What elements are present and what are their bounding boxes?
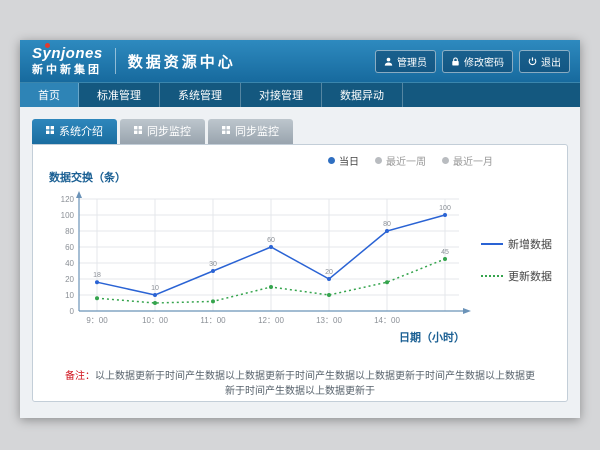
logout-button[interactable]: 退出 [519,50,570,73]
x-axis-title: 日期（小时） [47,329,553,345]
series-line-icon [481,275,503,277]
svg-text:45: 45 [441,249,449,256]
svg-text:100: 100 [61,211,75,220]
svg-text:12：00: 12：00 [258,316,284,325]
svg-text:60: 60 [65,243,74,252]
app-title: 数据资源中心 [128,51,236,72]
nav-item[interactable]: 数据异动 [322,83,403,107]
header-divider [115,48,116,74]
nav-item[interactable]: 标准管理 [79,83,160,107]
company-logo: Synjones 新中新集团 [30,46,103,77]
change-password-button[interactable]: 修改密码 [442,50,513,73]
svg-text:120: 120 [61,195,75,204]
grid-icon [134,125,142,137]
tab-inactive[interactable]: 同步监控 [208,119,293,144]
nav-item[interactable]: 首页 [20,83,79,107]
svg-text:40: 40 [65,259,74,268]
tab-bar: 系统介绍同步监控同步监控 [32,119,568,144]
svg-text:20: 20 [65,275,74,284]
footnote-prefix: 备注： [65,371,95,382]
user-icon [384,57,393,66]
app-header: Synjones 新中新集团 数据资源中心 管理员修改密码退出 [20,40,580,82]
time-filter-option[interactable]: 当日 [328,153,359,167]
svg-text:10: 10 [151,285,159,292]
y-axis-title: 数据交换（条） [49,169,553,185]
admin-user-button[interactable]: 管理员 [375,50,436,73]
legend-dot-icon [328,157,335,164]
svg-text:10：00: 10：00 [142,316,168,325]
tab-active[interactable]: 系统介绍 [32,119,117,144]
grid-icon [222,125,230,137]
logo-red-dot-icon [45,43,50,48]
page-content: 系统介绍同步监控同步监控 当日最近一周最近一月 数据交换（条） 01020406… [20,107,580,402]
tab-inactive[interactable]: 同步监控 [120,119,205,144]
svg-text:9：00: 9：00 [86,316,108,325]
logo-subtitle: 新中新集团 [32,64,103,76]
nav-item[interactable]: 对接管理 [241,83,322,107]
nav-item[interactable]: 系统管理 [160,83,241,107]
svg-text:14：00: 14：00 [374,316,400,325]
svg-text:60: 60 [267,237,275,244]
power-icon [528,57,537,66]
svg-text:18: 18 [93,272,101,279]
chart-panel: 当日 最近一周 最近一月 数据交换（条） 0 10 20 40 60 80 100 120 9：00… [32,144,568,402]
app-window: Synjones 新中新集团 数据资源中心 管理员修改密码退出 首页标准管理系统… [20,40,580,418]
svg-text:11：00: 11：00 [200,316,226,325]
line-chart: 0 10 20 40 60 80 100 120 9：00 10：00 11：00 12：00 13：0… [47,189,477,331]
svg-text:0: 0 [70,307,75,316]
svg-text:13：00: 13：00 [316,316,342,325]
footnote: 备注：以上数据更新于时间产生数据以上数据更新于时间产生数据以上数据更新于时间产生… [47,369,553,399]
footnote-text: 以上数据更新于时间产生数据以上数据更新于时间产生数据以上数据更新于时间产生数据以… [95,371,535,397]
svg-text:100: 100 [439,205,451,212]
time-filter-option[interactable]: 最近一月 [442,153,493,167]
series-legend: 新增数据更新数据 [477,189,553,331]
main-navbar: 首页标准管理系统管理对接管理数据异动 [20,82,580,107]
legend-dot-icon [442,157,449,164]
svg-text:80: 80 [65,227,74,236]
time-filter-option[interactable]: 最近一周 [375,153,426,167]
chart-row: 0 10 20 40 60 80 100 120 9：00 10：00 11：00 12：00 13：0… [47,189,553,331]
svg-text:80: 80 [383,221,391,228]
svg-text:10: 10 [65,291,74,300]
svg-text:20: 20 [325,269,333,276]
series-legend-item: 更新数据 [481,268,553,284]
time-filter-legend: 当日 最近一周 最近一月 [47,153,553,167]
legend-dot-icon [375,157,382,164]
series-legend-item: 新增数据 [481,236,553,252]
grid-icon [46,125,54,137]
lock-icon [451,57,460,66]
svg-text:30: 30 [209,261,217,268]
series-line-icon [481,243,503,245]
header-actions: 管理员修改密码退出 [375,50,570,73]
logo-text: Synjones [32,46,103,63]
